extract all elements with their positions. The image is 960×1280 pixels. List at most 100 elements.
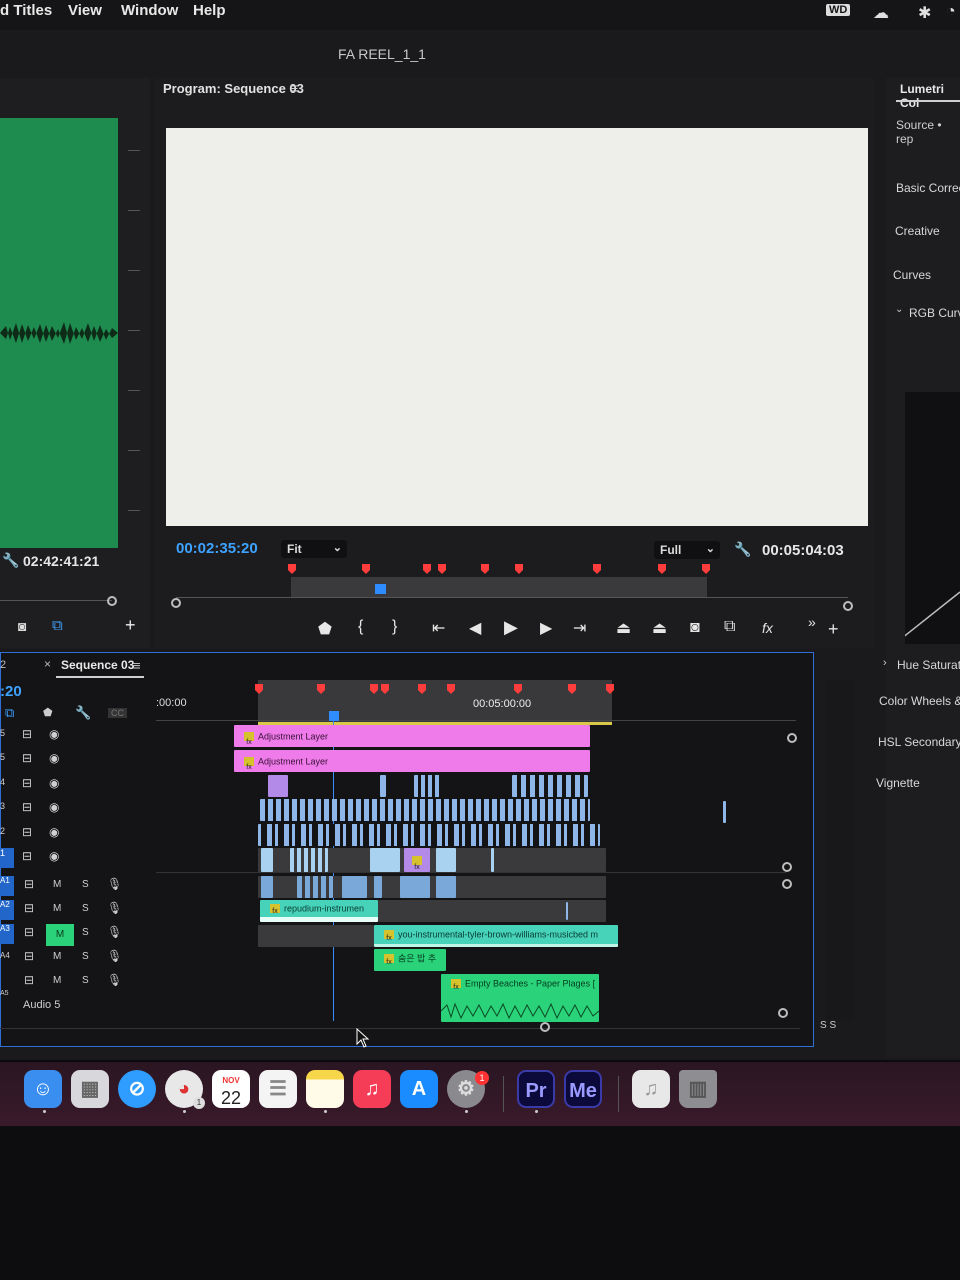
lumetri-basic-correction[interactable]: Basic Correc [896,181,960,195]
clip-video[interactable] [260,799,590,821]
eye-icon[interactable]: ◉ [49,849,59,863]
launchpad-icon[interactable]: ▦ [71,1070,109,1108]
fit-dropdown[interactable]: Fit ⌄ [281,540,347,558]
program-playhead[interactable] [375,584,386,594]
mark-out-icon[interactable]: } [392,618,397,636]
chevron-down-icon[interactable]: ⌄ [895,304,903,315]
clip-audio-korean[interactable]: fx 숨은 밥 추 [374,949,446,971]
clip-video[interactable] [723,801,726,823]
safari-icon[interactable]: ⊘ [118,1070,156,1108]
menu-titles[interactable]: d Titles [0,2,52,19]
bluetooth-icon[interactable]: ✱ [918,3,931,23]
fx-toggle-icon[interactable]: fx [762,620,773,636]
clip-video[interactable] [491,848,494,872]
clip-audio-a2[interactable] [378,900,606,922]
timeline-current-time[interactable]: :20 [0,683,22,700]
clip-video[interactable] [414,775,440,797]
eye-icon[interactable]: ◉ [49,751,59,765]
sync-lock-icon[interactable]: ⊟ [22,800,32,814]
clip-video[interactable] [512,775,588,797]
menu-window[interactable]: Window [121,2,178,19]
extract-icon[interactable]: ⏏ [652,618,667,638]
timeline-playhead-head[interactable] [329,711,339,721]
clip-audio[interactable] [566,902,568,920]
timeline-vscroll-bottom[interactable] [778,1008,788,1018]
more-controls-icon[interactable]: » [808,614,816,630]
sync-lock-icon[interactable]: ⊟ [22,825,32,839]
lumetri-creative[interactable]: Creative [895,224,940,238]
go-to-in-icon[interactable]: ⇤ [432,618,445,638]
clip-audio[interactable] [261,876,273,898]
lumetri-source[interactable]: Source • rep [896,118,960,146]
sync-lock-icon[interactable]: ⊟ [24,877,34,891]
captions-icon[interactable]: CC [108,708,127,718]
chevron-right-icon[interactable]: › [883,657,887,669]
panel-menu-icon[interactable]: ≡ [290,80,298,96]
lumetri-tab[interactable]: Lumetri Col [900,82,960,110]
go-to-out-icon[interactable]: ⇥ [573,618,586,638]
clip-adjustment-layer[interactable]: fx Adjustment Layer [234,750,590,772]
meter-solo-labels[interactable]: S S [820,1020,836,1031]
sync-lock-icon[interactable]: ⊟ [22,776,32,790]
clip-adjustment-layer[interactable]: fx Adjustment Layer [234,725,590,747]
clip-audio-empty-beaches[interactable]: fx Empty Beaches - Paper Plages [ [441,974,599,1022]
track-label[interactable]: A3 [0,924,14,944]
eye-icon[interactable]: ◉ [49,800,59,814]
microphone-icon[interactable]: 🎙 [107,973,122,987]
source-scrub-handle[interactable] [107,596,117,606]
clip-audio[interactable] [436,876,456,898]
close-icon[interactable]: × [44,657,51,671]
clip-audio-repudium[interactable]: fx repudium-instrumen [260,900,378,922]
program-zoom-handle-right[interactable] [843,601,853,611]
clip-video[interactable] [258,824,600,846]
lift-icon[interactable]: ⏏ [616,618,631,638]
sequence-tab[interactable]: Sequence 03 [61,658,134,672]
mute-button[interactable]: M [53,951,61,962]
clip-audio[interactable] [342,876,367,898]
eye-icon[interactable]: ◉ [49,776,59,790]
clip-audio[interactable] [297,876,333,898]
menu-view[interactable]: View [68,2,102,19]
microphone-icon[interactable]: 🎙 [107,901,122,915]
clip-audio[interactable] [400,876,430,898]
camera-icon[interactable]: ◙ [18,618,26,634]
resolution-dropdown[interactable]: Full ⌄ [654,541,720,559]
solo-button[interactable]: S [82,951,89,962]
reminders-icon[interactable]: ☰ [259,1070,297,1108]
timeline-vscroll-top[interactable] [787,733,797,743]
program-current-time[interactable]: 00:02:35:20 [176,540,258,557]
wifi-icon[interactable]: ◔ [946,3,956,21]
program-scrub-bar[interactable] [176,597,848,598]
timeline-work-area[interactable] [258,680,612,722]
lumetri-curves[interactable]: Curves [893,268,931,282]
mute-button[interactable]: M [53,903,61,914]
sync-lock-icon[interactable]: ⊟ [24,925,34,939]
solo-button[interactable]: S [82,903,89,914]
solo-button[interactable]: S [82,879,89,890]
add-marker-icon[interactable]: ⬟ [43,706,53,719]
add-marker-icon[interactable]: ⬟ [318,619,332,639]
calendar-icon[interactable]: NOV 22 [212,1070,250,1108]
audio-file-icon[interactable]: ♫ [632,1070,670,1108]
solo-button[interactable]: S [82,975,89,986]
clip-video-fx[interactable]: fx [404,848,430,872]
clip-audio-a3[interactable] [258,925,374,947]
track-label[interactable]: 1 [0,848,14,868]
trash-icon[interactable]: ▥ [679,1070,717,1108]
clip-video[interactable] [380,775,386,797]
sync-lock-icon[interactable]: ⊟ [22,727,32,741]
mark-in-icon[interactable]: { [358,618,363,636]
comparison-view-icon[interactable]: ⧉ [724,618,735,636]
media-encoder-icon[interactable]: Me [564,1070,602,1108]
track-label[interactable]: A1 [0,876,14,896]
timeline-vscroll-handle[interactable] [782,862,792,872]
wd-drive-icon[interactable]: WD [826,4,851,16]
mute-button[interactable]: M [53,879,61,890]
microphone-icon[interactable]: 🎙 [107,877,122,891]
step-back-icon[interactable]: ◀︎ [469,618,481,638]
add-button-icon[interactable]: + [828,619,839,640]
export-frame-icon[interactable]: ◙ [690,619,700,637]
lumetri-color-wheels[interactable]: Color Wheels & [879,694,960,708]
sync-lock-icon[interactable]: ⊟ [22,751,32,765]
play-icon[interactable]: ▶ [504,617,518,638]
